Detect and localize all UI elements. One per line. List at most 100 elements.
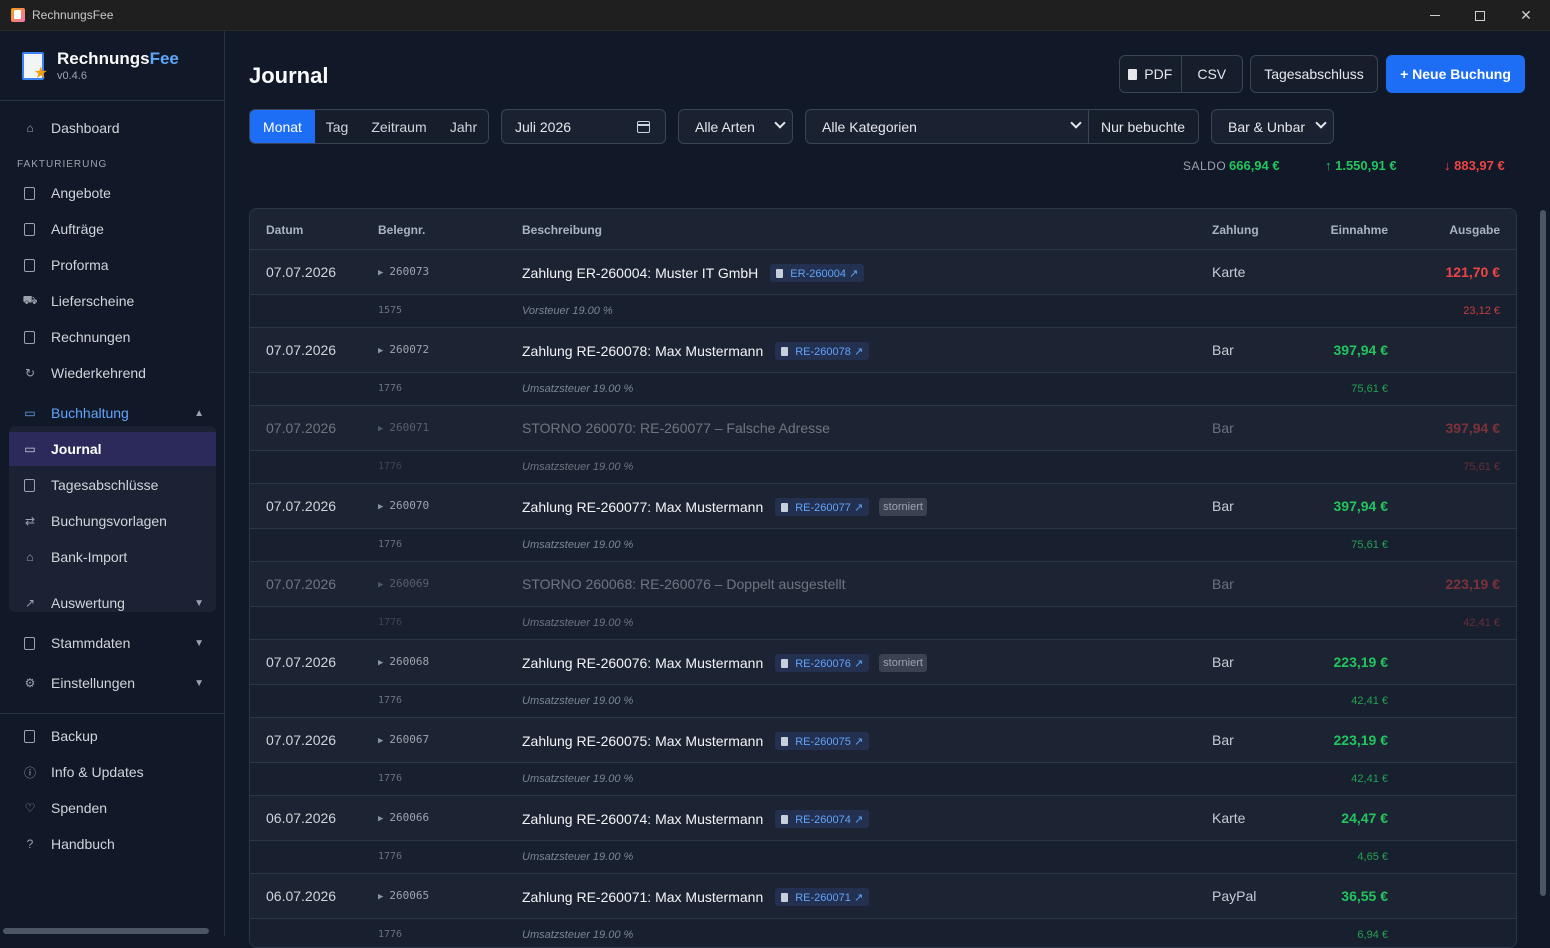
- csv-button[interactable]: CSV: [1180, 56, 1243, 92]
- close-button[interactable]: ✕: [1503, 0, 1549, 31]
- sidebar-item-auswertung[interactable]: ↗ Auswertung ▼: [9, 586, 216, 620]
- sidebar-item-bank-import[interactable]: ⌂ Bank-Import: [9, 540, 216, 574]
- table-row[interactable]: 07.07.2026 ▶ 260068 Zahlung RE-260076: Max …: [250, 640, 1516, 685]
- sidebar-item-label: Lieferscheine: [51, 293, 135, 309]
- tax-description: Umsatzsteuer 19.00 %: [522, 851, 634, 863]
- invoice-link-badge[interactable]: RE-260077 ↗: [775, 498, 870, 516]
- belegnr-value: 260071: [389, 421, 430, 434]
- belegnr-value: 260066: [389, 811, 430, 824]
- row-date: 06.07.2026: [266, 888, 337, 904]
- sidebar-item-buchhaltung[interactable]: ▭ Buchhaltung ▲: [9, 396, 216, 430]
- table-row[interactable]: 06.07.2026 ▶ 260066 Zahlung RE-260074: Max …: [250, 796, 1516, 841]
- expand-icon[interactable]: ▶: [378, 346, 383, 356]
- invoice-link-badge[interactable]: RE-260076 ↗: [775, 654, 870, 672]
- tagesabschluss-button[interactable]: Tagesabschluss: [1250, 55, 1378, 93]
- row-belegnr[interactable]: ▶ 260069: [378, 577, 429, 590]
- sidebar-item-spenden[interactable]: ♡ Spenden: [9, 791, 216, 825]
- sidebar-item-dashboard[interactable]: ⌂ Dashboard: [9, 111, 216, 145]
- sidebar-item-label: Einstellungen: [51, 675, 136, 691]
- invoice-link-badge[interactable]: RE-260078 ↗: [775, 342, 870, 360]
- row-description-cell: Zahlung RE-260076: Max Mustermann RE-2600…: [522, 654, 927, 672]
- bank-icon: ⌂: [26, 550, 34, 564]
- category-select[interactable]: Alle Kategorien: [805, 109, 1089, 144]
- sidebar-item-proforma[interactable]: Proforma: [9, 248, 216, 282]
- row-belegnr[interactable]: ▶ 260072: [378, 343, 429, 356]
- sidebar-item-label: Stammdaten: [51, 635, 131, 651]
- invoice-link-badge[interactable]: ER-260004 ↗: [770, 264, 865, 282]
- payment-select[interactable]: Bar & Unbar: [1211, 109, 1334, 144]
- table-row[interactable]: 07.07.2026 ▶ 260067 Zahlung RE-260075: Max …: [250, 718, 1516, 763]
- col-belegnr[interactable]: Belegnr.: [378, 223, 425, 237]
- expand-icon[interactable]: ▶: [378, 814, 383, 824]
- minimize-button[interactable]: [1412, 0, 1458, 31]
- expand-icon[interactable]: ▶: [378, 580, 383, 590]
- expand-icon[interactable]: ▶: [378, 736, 383, 746]
- document-icon: [781, 892, 789, 902]
- row-belegnr[interactable]: ▶ 260066: [378, 811, 429, 824]
- row-belegnr[interactable]: ▶ 260071: [378, 421, 429, 434]
- invoice-link-label: RE-260074 ↗: [795, 813, 864, 826]
- info-icon: ⓘ: [23, 765, 36, 780]
- sidebar-scrollbar[interactable]: [3, 928, 209, 934]
- table-row[interactable]: 07.07.2026 ▶ 260073 Zahlung ER-260004: Must…: [250, 250, 1516, 295]
- row-payment: Karte: [1212, 810, 1246, 826]
- invoice-link-badge[interactable]: RE-260071 ↗: [775, 888, 870, 906]
- expand-icon[interactable]: ▶: [378, 424, 383, 434]
- sidebar-item-lieferscheine[interactable]: ⛟ Lieferscheine: [9, 284, 216, 318]
- sidebar-item-handbuch[interactable]: ? Handbuch: [9, 827, 216, 861]
- tax-income: 42,41 €: [1351, 773, 1388, 785]
- row-belegnr[interactable]: ▶ 260073: [378, 265, 429, 278]
- col-zahlung[interactable]: Zahlung: [1212, 223, 1259, 237]
- col-datum[interactable]: Datum: [266, 223, 303, 237]
- sidebar-item-stammdaten[interactable]: Stammdaten ▼: [9, 626, 216, 660]
- sidebar-item-tagesabschluesse[interactable]: Tagesabschlüsse: [9, 468, 216, 502]
- sidebar-item-auftraege[interactable]: Aufträge: [9, 212, 216, 246]
- row-belegnr[interactable]: ▶ 260067: [378, 733, 429, 746]
- row-belegnr[interactable]: ▶ 260065: [378, 889, 429, 902]
- col-einnahme[interactable]: Einnahme: [1331, 223, 1388, 237]
- pdf-button[interactable]: PDF: [1120, 56, 1181, 92]
- expand-icon[interactable]: ▶: [378, 892, 383, 902]
- only-booked-button[interactable]: Nur bebuchte: [1088, 109, 1199, 144]
- main-scrollbar[interactable]: [1540, 210, 1546, 896]
- new-booking-button[interactable]: + Neue Buchung: [1386, 55, 1525, 93]
- row-belegnr[interactable]: ▶ 260070: [378, 499, 429, 512]
- window-title: RechnungsFee: [32, 8, 114, 22]
- expand-icon[interactable]: ▶: [378, 268, 383, 278]
- tax-sub-row: 1776 Umsatzsteuer 19.00 % 6,94 €: [250, 919, 1516, 947]
- sidebar-item-label: Bank-Import: [51, 549, 128, 565]
- row-description-cell: Zahlung RE-260075: Max Mustermann RE-2600…: [522, 732, 870, 750]
- maximize-button[interactable]: [1457, 0, 1503, 31]
- col-beschreibung[interactable]: Beschreibung: [522, 223, 602, 237]
- sidebar-item-backup[interactable]: Backup: [9, 719, 216, 753]
- sidebar-item-buchungsvorlagen[interactable]: ⇄ Buchungsvorlagen: [9, 504, 216, 538]
- table-row[interactable]: 07.07.2026 ▶ 260071 STORNO 260070: RE-26007…: [250, 406, 1516, 451]
- month-value: Juli 2026: [515, 118, 572, 135]
- sidebar-item-angebote[interactable]: Angebote: [9, 176, 216, 210]
- sidebar-item-journal[interactable]: ▭ Journal: [9, 432, 216, 466]
- sidebar-item-label: Handbuch: [51, 836, 115, 852]
- month-picker[interactable]: Juli 2026: [501, 109, 666, 144]
- type-select[interactable]: Alle Arten: [678, 109, 793, 144]
- sidebar-item-einstellungen[interactable]: ⚙ Einstellungen ▼: [9, 666, 216, 700]
- brand[interactable]: ★ RechnungsFee v0.4.6: [0, 31, 224, 101]
- sidebar-item-info[interactable]: ⓘ Info & Updates: [9, 755, 216, 789]
- sidebar-item-rechnungen[interactable]: Rechnungen: [9, 320, 216, 354]
- table-row[interactable]: 07.07.2026 ▶ 260069 STORNO 260068: RE-26007…: [250, 562, 1516, 607]
- sidebar-item-wiederkehrend[interactable]: ↻ Wiederkehrend: [9, 356, 216, 390]
- invoice-link-badge[interactable]: RE-260075 ↗: [775, 732, 870, 750]
- row-income: 397,94 €: [1333, 342, 1389, 358]
- invoice-link-badge[interactable]: RE-260074 ↗: [775, 810, 870, 828]
- tab-jahr[interactable]: Jahr: [439, 110, 488, 143]
- tab-zeitraum[interactable]: Zeitraum: [359, 110, 439, 143]
- expand-icon[interactable]: ▶: [378, 502, 383, 512]
- table-row[interactable]: 06.07.2026 ▶ 260065 Zahlung RE-260071: Max …: [250, 874, 1516, 919]
- row-belegnr[interactable]: ▶ 260068: [378, 655, 429, 668]
- expand-icon[interactable]: ▶: [378, 658, 383, 668]
- tax-expense: 75,61 €: [1463, 461, 1500, 473]
- tab-tag[interactable]: Tag: [315, 110, 359, 143]
- col-ausgabe[interactable]: Ausgabe: [1449, 223, 1500, 237]
- table-row[interactable]: 07.07.2026 ▶ 260070 Zahlung RE-260077: Max …: [250, 484, 1516, 529]
- table-row[interactable]: 07.07.2026 ▶ 260072 Zahlung RE-260078: Max …: [250, 328, 1516, 373]
- tab-monat[interactable]: Monat: [250, 110, 315, 143]
